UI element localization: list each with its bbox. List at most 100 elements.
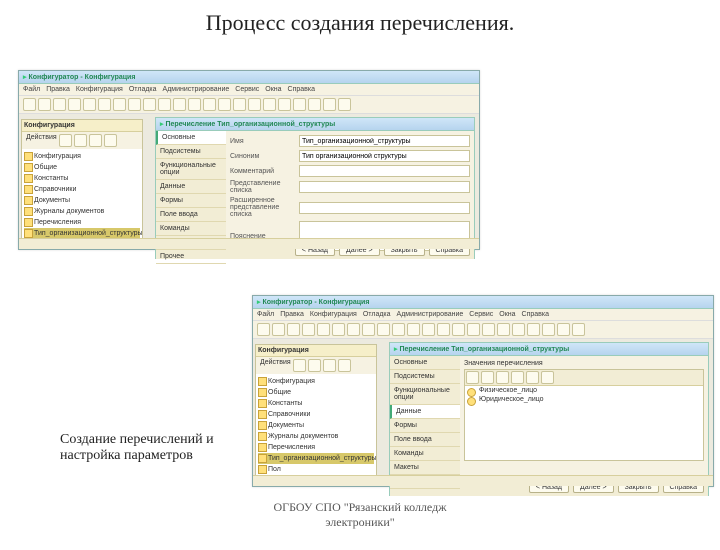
tab[interactable]: Поле ввода	[156, 208, 226, 222]
toolbar-button[interactable]	[158, 98, 171, 111]
tab[interactable]: Команды	[156, 222, 226, 236]
toolbar-button[interactable]	[113, 98, 126, 111]
toolbar-button[interactable]	[407, 323, 420, 336]
input-comment[interactable]	[299, 165, 470, 177]
menu-item[interactable]: Правка	[280, 311, 304, 318]
tree-item[interactable]: Перечисления	[24, 217, 140, 228]
menu-item[interactable]: Справка	[288, 86, 315, 93]
tree-actions[interactable]: Действия	[22, 132, 142, 149]
panel-title[interactable]: ▸ Перечисление Тип_организационной_струк…	[156, 118, 474, 131]
toolbar-button[interactable]	[308, 98, 321, 111]
tab[interactable]: Подсистемы	[390, 370, 460, 384]
main-toolbar[interactable]	[253, 321, 713, 339]
toolbar-button[interactable]	[128, 98, 141, 111]
tree-item[interactable]: Справочники	[258, 409, 374, 420]
toolbar-button[interactable]	[437, 323, 450, 336]
tree-item[interactable]: Общие	[258, 387, 374, 398]
menu-bar[interactable]: Файл Правка Конфигурация Отладка Администрир…	[19, 84, 479, 96]
toolbar-button[interactable]	[68, 98, 81, 111]
tab[interactable]: Поле ввода	[390, 433, 460, 447]
list-toolbar[interactable]	[465, 370, 703, 386]
toolbar-button[interactable]	[83, 98, 96, 111]
toolbar-button[interactable]	[392, 323, 405, 336]
toolbar-button[interactable]	[347, 323, 360, 336]
main-toolbar[interactable]	[19, 96, 479, 114]
toolbar-button[interactable]	[542, 323, 555, 336]
tab[interactable]: Функциональные опции	[390, 384, 460, 405]
tree-item[interactable]: Конфигурация	[24, 151, 140, 162]
tree-item[interactable]: Константы	[24, 173, 140, 184]
tab[interactable]: Данные	[390, 405, 460, 419]
config-tree[interactable]: КонфигурацияОбщиеКонстантыСправочникиДок…	[22, 149, 142, 246]
menu-item[interactable]: Отладка	[129, 86, 157, 93]
toolbar-button[interactable]	[203, 98, 216, 111]
toolbar-button[interactable]	[188, 98, 201, 111]
toolbar-button[interactable]	[53, 98, 66, 111]
menu-item[interactable]: Сервис	[469, 311, 493, 318]
tab[interactable]: Подсистемы	[156, 145, 226, 159]
menu-item[interactable]: Конфигурация	[76, 86, 123, 93]
menu-item[interactable]: Файл	[23, 86, 40, 93]
toolbar-button[interactable]	[263, 98, 276, 111]
input-extlistrep[interactable]	[299, 202, 470, 214]
toolbar-button[interactable]	[527, 323, 540, 336]
toolbar-button[interactable]	[572, 323, 585, 336]
toolbar-button[interactable]	[377, 323, 390, 336]
tree-item[interactable]: Общие	[24, 162, 140, 173]
input-synonym[interactable]	[299, 150, 470, 162]
menu-item[interactable]: Конфигурация	[310, 311, 357, 318]
menu-item[interactable]: Администрирование	[163, 86, 230, 93]
enum-value-item[interactable]: Физическое_лицо	[465, 386, 703, 395]
toolbar-button[interactable]	[422, 323, 435, 336]
tree-item[interactable]: Перечисления	[258, 442, 374, 453]
toolbar-button[interactable]	[332, 323, 345, 336]
toolbar-button[interactable]	[23, 98, 36, 111]
menu-item[interactable]: Окна	[265, 86, 281, 93]
tree-item[interactable]: Пол	[258, 464, 374, 475]
tree-item[interactable]: Константы	[258, 398, 374, 409]
panel-tabs[interactable]: ОсновныеПодсистемыФункциональные опцииДа…	[390, 356, 460, 478]
toolbar-button[interactable]	[467, 323, 480, 336]
tab[interactable]: Прочее	[156, 250, 226, 264]
tab[interactable]: Основные	[156, 131, 226, 145]
toolbar-button[interactable]	[362, 323, 375, 336]
toolbar-button[interactable]	[143, 98, 156, 111]
toolbar-button[interactable]	[278, 98, 291, 111]
toolbar-button[interactable]	[218, 98, 231, 111]
tree-item[interactable]: Тип_организационной_структуры	[258, 453, 374, 464]
menu-item[interactable]: Администрирование	[397, 311, 464, 318]
toolbar-button[interactable]	[338, 98, 351, 111]
enum-value-item[interactable]: Юридическое_лицо	[465, 395, 703, 404]
menu-item[interactable]: Правка	[46, 86, 70, 93]
toolbar-button[interactable]	[482, 323, 495, 336]
toolbar-button[interactable]	[233, 98, 246, 111]
toolbar-button[interactable]	[173, 98, 186, 111]
toolbar-button[interactable]	[302, 323, 315, 336]
panel-title[interactable]: ▸ Перечисление Тип_организационной_струк…	[390, 343, 708, 356]
tab[interactable]: Команды	[390, 447, 460, 461]
toolbar-button[interactable]	[452, 323, 465, 336]
tab[interactable]: Макеты	[390, 461, 460, 475]
menu-item[interactable]: Отладка	[363, 311, 391, 318]
menu-item[interactable]: Окна	[499, 311, 515, 318]
menu-bar[interactable]: Файл Правка Конфигурация Отладка Администрир…	[253, 309, 713, 321]
toolbar-button[interactable]	[497, 323, 510, 336]
tree-item[interactable]: Справочники	[24, 184, 140, 195]
toolbar-button[interactable]	[512, 323, 525, 336]
tab[interactable]: Формы	[156, 194, 226, 208]
panel-tabs[interactable]: ОсновныеПодсистемыФункциональные опцииДа…	[156, 131, 226, 241]
tab[interactable]: Основные	[390, 356, 460, 370]
tree-actions[interactable]: Действия	[256, 357, 376, 374]
tab[interactable]: Функциональные опции	[156, 159, 226, 180]
toolbar-button[interactable]	[293, 98, 306, 111]
toolbar-button[interactable]	[557, 323, 570, 336]
toolbar-button[interactable]	[98, 98, 111, 111]
toolbar-button[interactable]	[323, 98, 336, 111]
input-listrep[interactable]	[299, 181, 470, 193]
tree-item[interactable]: Конфигурация	[258, 376, 374, 387]
tab[interactable]: Формы	[390, 419, 460, 433]
tab[interactable]: Данные	[156, 180, 226, 194]
tree-item[interactable]: Журналы документов	[258, 431, 374, 442]
menu-item[interactable]: Файл	[257, 311, 274, 318]
toolbar-button[interactable]	[272, 323, 285, 336]
